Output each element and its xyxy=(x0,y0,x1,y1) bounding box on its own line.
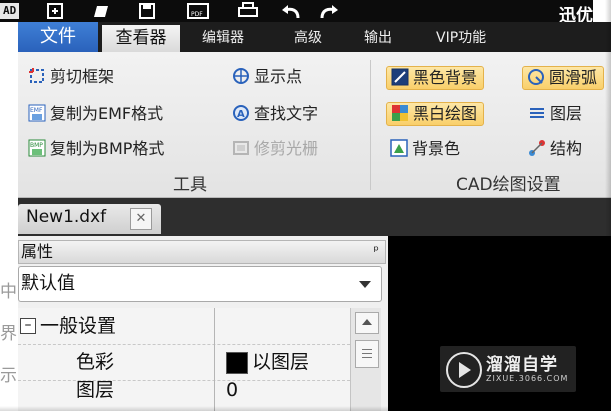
left-edge-strip: 中 界 示 xyxy=(0,0,18,411)
crop-frame-button[interactable]: 剪切框架 xyxy=(28,65,114,89)
smooth-arc-icon xyxy=(528,69,544,85)
copy-emf-label: 复制为EMF格式 xyxy=(50,104,164,123)
black-white-drawing-label: 黑白绘图 xyxy=(413,104,478,123)
tools-group-label: 工具 xyxy=(173,175,207,195)
close-icon[interactable]: ✕ xyxy=(130,208,152,230)
property-row-color[interactable]: 色彩 以图层 xyxy=(18,344,350,381)
group-separator xyxy=(370,60,371,190)
tab-output[interactable]: 输出 xyxy=(364,22,392,52)
black-background-button[interactable]: 黑色背景 xyxy=(386,66,485,90)
layers-label: 图层 xyxy=(550,104,583,123)
property-value-layer[interactable]: 0 xyxy=(226,372,238,408)
black-background-label: 黑色背景 xyxy=(413,68,478,87)
play-logo-icon xyxy=(446,352,482,388)
layers-icon xyxy=(530,108,544,118)
properties-scrollbar[interactable] xyxy=(350,308,381,411)
menu-bar: 文件 查看器 编辑器 高级 输出 VIP功能 xyxy=(18,22,611,52)
properties-dropdown[interactable]: 默认值 xyxy=(18,266,382,302)
frame-shadow-bottom xyxy=(0,406,611,411)
background-color-button[interactable]: 背景色 xyxy=(390,137,460,161)
document-name: New1.dxf xyxy=(26,207,107,227)
copy-emf-button[interactable]: EMF 复制为EMF格式 xyxy=(28,102,163,126)
tab-file[interactable]: 文件 xyxy=(18,22,98,52)
crop-frame-label: 剪切框架 xyxy=(50,67,115,86)
smooth-arc-label: 圆滑弧 xyxy=(549,68,598,87)
watermark-url: ZIXUE.3066.COM xyxy=(486,374,569,383)
collapse-icon[interactable]: – xyxy=(20,318,36,334)
background-color-icon xyxy=(390,139,408,157)
structure-button[interactable]: 结构 xyxy=(528,137,582,161)
tab-viewer[interactable]: 查看器 xyxy=(102,25,180,52)
show-points-icon xyxy=(233,68,249,84)
document-tab-bar: New1.dxf ✕ xyxy=(18,198,611,236)
emf-copy-icon: EMF xyxy=(28,104,46,122)
color-swatch xyxy=(226,352,248,374)
scroll-thumb[interactable] xyxy=(355,340,379,368)
property-name-cell: 色彩 xyxy=(18,344,215,380)
trim-raster-icon xyxy=(233,141,249,155)
frame-shadow xyxy=(605,0,611,411)
properties-grid: – 一般设置 色彩 以图层 图层 0 xyxy=(18,308,350,411)
background-color-label: 背景色 xyxy=(412,139,461,158)
find-text-label: 查找文字 xyxy=(254,104,319,123)
copy-bmp-button[interactable]: BMP 复制为BMP格式 xyxy=(28,137,164,161)
black-white-drawing-button[interactable]: 黑白绘图 xyxy=(386,102,485,126)
property-value-color[interactable]: 以图层 xyxy=(252,344,309,380)
ribbon-panel: 剪切框架 EMF 复制为EMF格式 BMP 复制为BMP格式 显示点 A 查找文字 修… xyxy=(18,52,611,198)
smooth-arc-button[interactable]: 圆滑弧 xyxy=(522,66,605,90)
properties-panel: 属性 ᵖ 默认值 – 一般设置 色彩 以图层 图层 0 xyxy=(18,236,388,411)
left-edge-fragment: 界 xyxy=(0,324,17,344)
layers-button[interactable]: 图层 xyxy=(528,102,582,126)
tab-editor[interactable]: 编辑器 xyxy=(202,22,244,52)
watermark-title: 溜溜自学 xyxy=(486,355,558,375)
properties-title: 属性 xyxy=(21,242,54,261)
svg-text:A: A xyxy=(237,109,245,120)
copy-bmp-label: 复制为BMP格式 xyxy=(50,139,165,158)
cad-settings-group-label: CAD绘图设置 xyxy=(456,175,561,195)
scroll-up-icon[interactable] xyxy=(355,312,379,334)
property-group-label: 一般设置 xyxy=(40,315,117,337)
app-badge[interactable]: AD xyxy=(0,3,20,19)
crop-frame-icon xyxy=(29,68,44,83)
find-text-icon: A xyxy=(233,105,249,121)
bmp-copy-icon: BMP xyxy=(28,139,46,157)
trim-raster-label: 修剪光栅 xyxy=(254,139,319,158)
pin-icon[interactable]: ᵖ xyxy=(373,244,379,259)
svg-text:EMF: EMF xyxy=(30,107,43,114)
properties-header: 属性 ᵖ xyxy=(18,240,386,264)
property-name-cell: – 一般设置 xyxy=(18,308,215,344)
document-tab[interactable]: New1.dxf ✕ xyxy=(18,204,161,234)
property-row-general[interactable]: – 一般设置 xyxy=(18,308,350,345)
find-text-button[interactable]: A 查找文字 xyxy=(232,102,318,126)
screenshot-frame: 中 界 示 AD PDF 迅优 文件 查看器 编辑器 高级 输出 VIP功能 剪… xyxy=(0,0,611,411)
tab-vip[interactable]: VIP功能 xyxy=(436,22,486,52)
trim-raster-button[interactable]: 修剪光栅 xyxy=(232,137,318,161)
structure-label: 结构 xyxy=(550,139,583,158)
black-white-drawing-icon xyxy=(392,105,408,121)
show-points-label: 显示点 xyxy=(254,67,303,86)
structure-icon xyxy=(529,140,545,156)
tab-advanced[interactable]: 高级 xyxy=(294,22,322,52)
black-background-icon xyxy=(391,68,409,86)
left-edge-fragment: 示 xyxy=(0,366,17,386)
chevron-down-icon xyxy=(359,281,371,288)
svg-text:BMP: BMP xyxy=(30,142,43,149)
dropdown-value: 默认值 xyxy=(21,273,75,294)
property-label-layer: 图层 xyxy=(76,379,115,401)
left-edge-fragment: 中 xyxy=(0,282,17,302)
show-points-button[interactable]: 显示点 xyxy=(232,65,302,89)
watermark: 溜溜自学 ZIXUE.3066.COM xyxy=(440,346,576,392)
